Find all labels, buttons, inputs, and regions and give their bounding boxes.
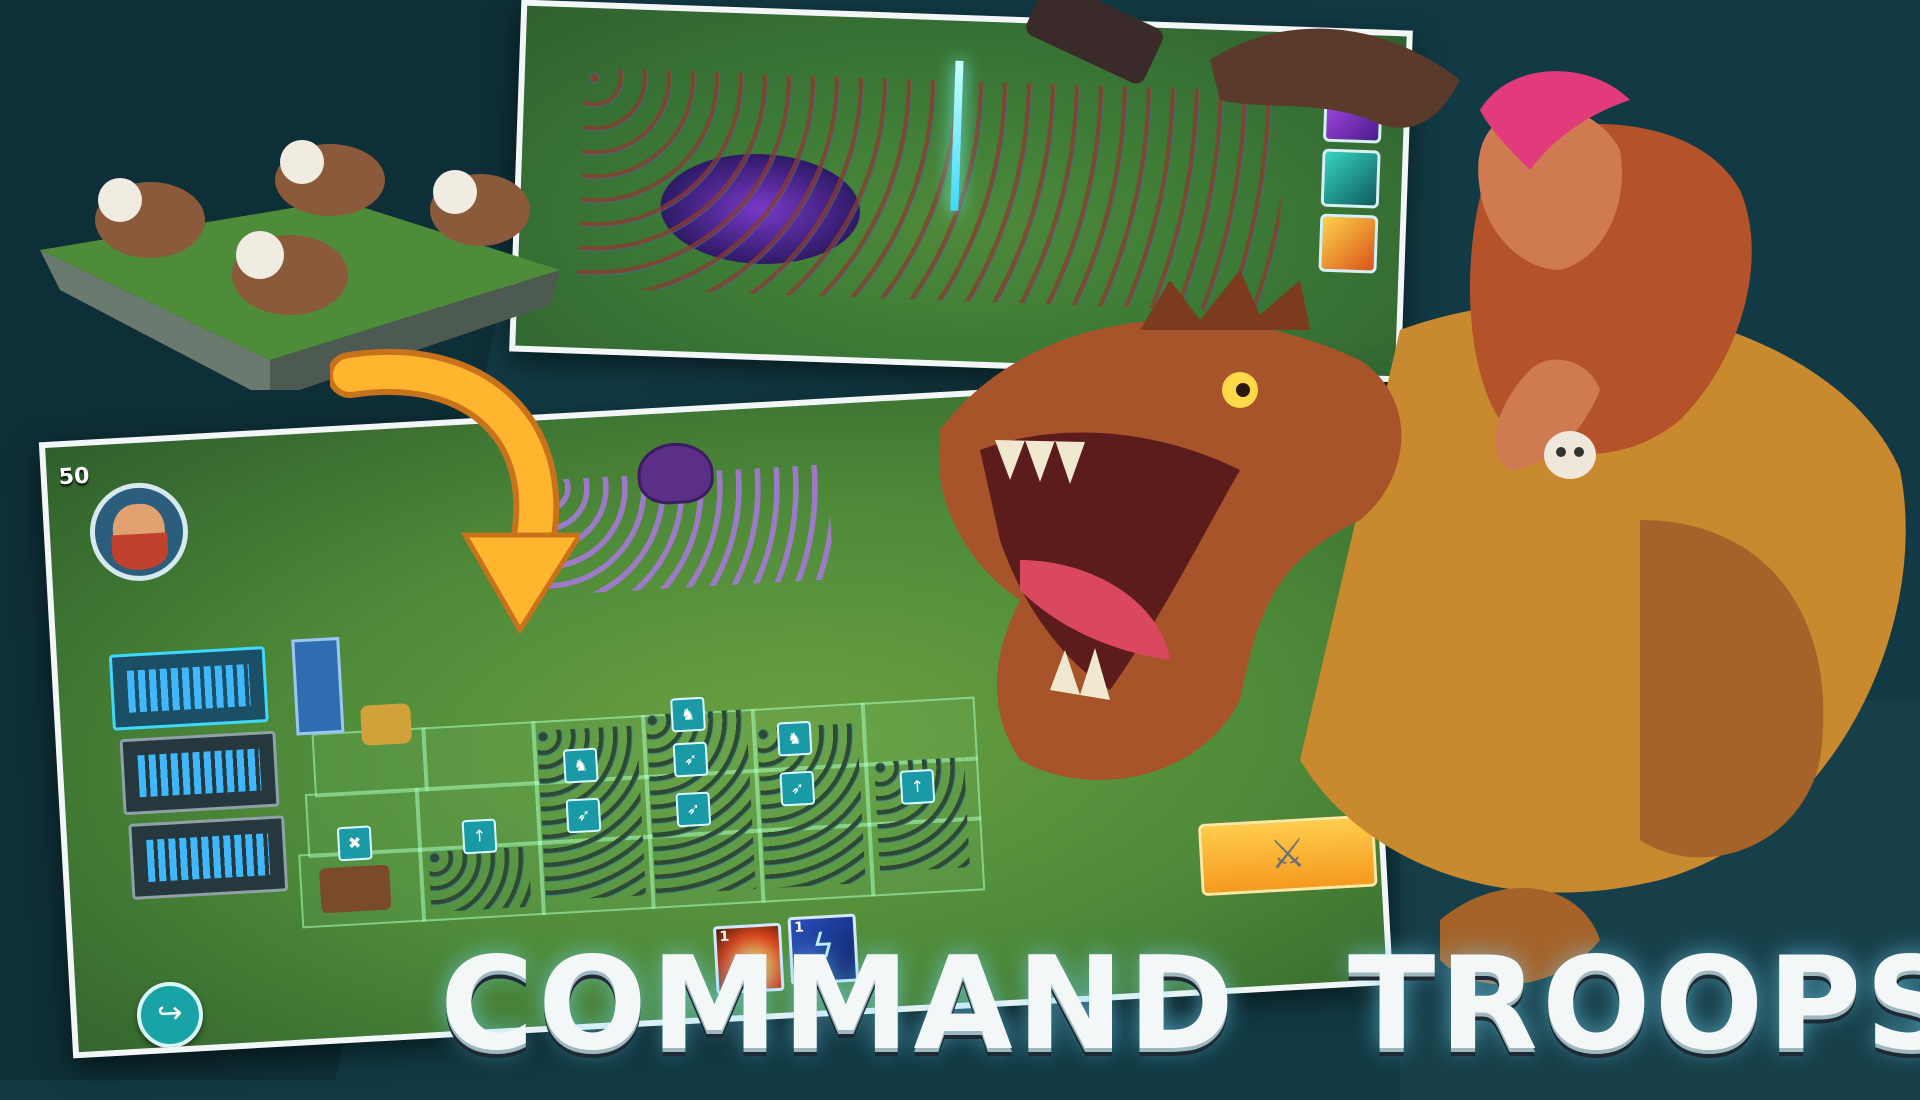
title-word-troops: TROOPS (1347, 930, 1920, 1079)
cavalry-unit-badge: ♞ (670, 696, 706, 733)
archer-unit-badge: ➶ (779, 770, 816, 807)
grid-cell[interactable] (421, 721, 539, 792)
player-hero-avatar[interactable] (87, 480, 191, 584)
archer-unit-badge: ➶ (675, 791, 712, 828)
promo-title: COMMAND TROOPS (440, 930, 1920, 1079)
troop-squad[interactable] (428, 846, 532, 913)
catapult-unit[interactable] (319, 864, 392, 914)
infantry-unit-badge: ↑ (899, 768, 936, 805)
curved-arrow-icon (330, 348, 580, 635)
player-level: 50 (58, 463, 91, 491)
pyramid-formation-icon[interactable] (108, 646, 269, 731)
title-word-command: COMMAND (440, 930, 1238, 1079)
wing-formation-icon[interactable] (119, 730, 280, 816)
cavalry-unit-badge: ♞ (562, 747, 599, 784)
hero-riding-raptor-illustration (940, 0, 1906, 985)
siege-unit-badge: ✖ (336, 825, 373, 862)
enemy-spider-unit (635, 440, 716, 506)
back-button[interactable]: ↪ (135, 980, 205, 1050)
cavalry-unit-badge: ♞ (776, 720, 813, 757)
archer-unit-badge: ➶ (565, 797, 602, 834)
infantry-unit-badge: ↑ (461, 818, 498, 855)
player-banner (291, 636, 345, 736)
hero-unit[interactable] (360, 703, 413, 746)
t-formation-icon[interactable] (128, 815, 289, 900)
archer-unit-badge: ➶ (672, 741, 709, 778)
